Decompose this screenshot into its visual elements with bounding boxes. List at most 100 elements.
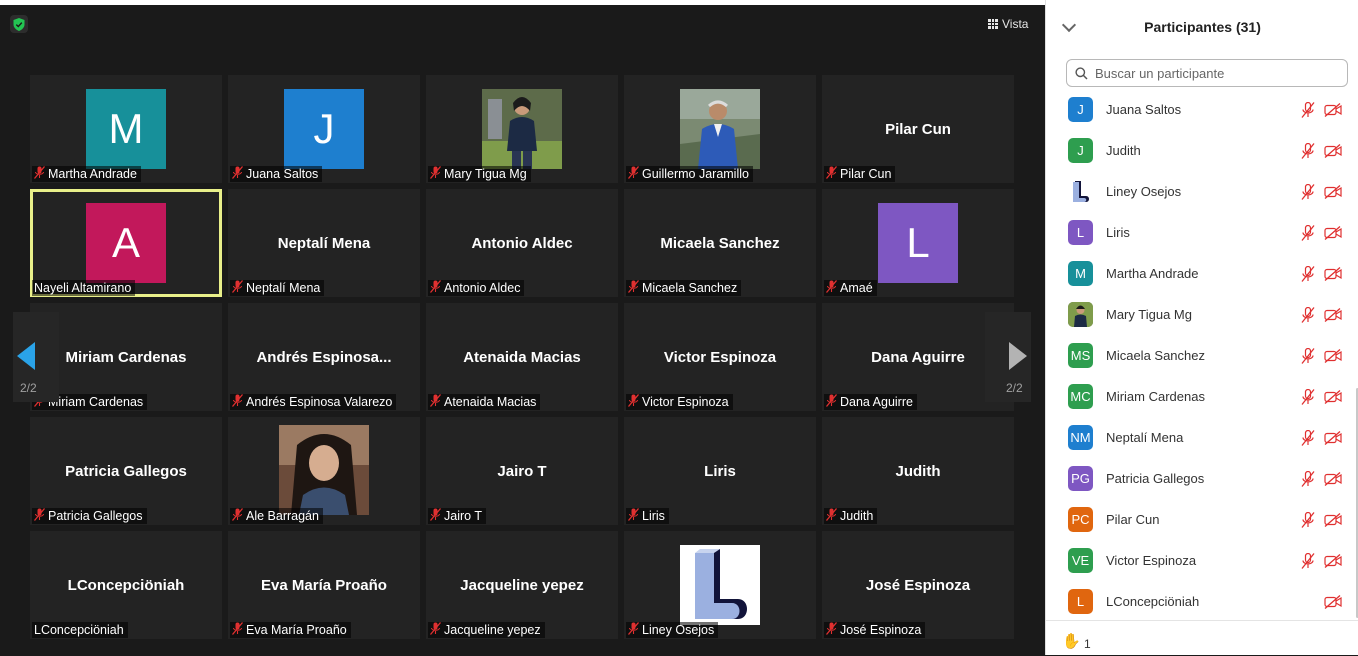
participant-list[interactable]: J Juana Saltos J Judith Liney Osejos L Liris M M… <box>1046 89 1356 621</box>
participant-row[interactable]: VE Victor Espinoza <box>1046 540 1346 581</box>
video-tile[interactable]: M Martha Andrade <box>30 75 222 183</box>
video-off-icon[interactable] <box>1324 143 1342 158</box>
mic-muted-icon[interactable] <box>1301 552 1315 569</box>
mic-muted-icon[interactable] <box>1301 347 1315 364</box>
video-tile[interactable]: Jacqueline yepez Jacqueline yepez <box>426 531 618 639</box>
search-icon <box>1075 66 1088 80</box>
name-label: Guillermo Jaramillo <box>626 165 753 182</box>
participant-name: Amaé <box>840 281 873 295</box>
video-tile[interactable]: Atenaida Macias Atenaida Macias <box>426 303 618 411</box>
participant-row[interactable]: L LConcepciöniah <box>1046 581 1346 621</box>
name-label: Nayeli Altamirano <box>32 280 136 296</box>
participant-display-name: LConcepciöniah <box>67 577 185 594</box>
video-off-icon[interactable] <box>1324 266 1342 281</box>
participant-row[interactable]: MC Miriam Cardenas <box>1046 376 1346 417</box>
avatar: M <box>1068 261 1093 286</box>
video-off-icon[interactable] <box>1324 594 1342 609</box>
avatar: J <box>1068 97 1093 122</box>
mic-muted-icon[interactable] <box>1301 511 1315 528</box>
video-tile[interactable]: José Espinoza José Espinoza <box>822 531 1014 639</box>
prev-page-arrow-icon[interactable] <box>17 342 35 370</box>
video-off-icon[interactable] <box>1324 348 1342 363</box>
participant-row[interactable]: Mary Tigua Mg <box>1046 294 1346 335</box>
mic-muted-icon[interactable] <box>1301 101 1315 118</box>
name-label: Neptalí Mena <box>230 279 325 297</box>
video-tile[interactable]: Liris Liris <box>624 417 816 525</box>
participant-name: Neptalí Mena <box>246 281 321 295</box>
participant-name: Micaela Sanchez <box>1106 348 1205 363</box>
mic-muted-icon <box>826 279 837 297</box>
participant-row[interactable]: J Judith <box>1046 130 1346 171</box>
name-label: Eva María Proaño <box>230 621 351 638</box>
video-off-icon[interactable] <box>1324 102 1342 117</box>
video-tile[interactable]: LConcepciöniah LConcepciöniah <box>30 531 222 639</box>
video-off-icon[interactable] <box>1324 389 1342 404</box>
mic-muted-icon[interactable] <box>1301 388 1315 405</box>
raised-hand-count: 1 <box>1084 637 1091 651</box>
mic-muted-icon[interactable] <box>1301 224 1315 241</box>
participant-row[interactable]: PG Patricia Gallegos <box>1046 458 1346 499</box>
participant-search[interactable] <box>1066 59 1348 87</box>
participant-name: Victor Espinoza <box>642 395 729 409</box>
mic-muted-icon[interactable] <box>1301 470 1315 487</box>
mic-muted-icon[interactable] <box>1301 142 1315 159</box>
video-tile[interactable]: Guillermo Jaramillo <box>624 75 816 183</box>
video-tile[interactable]: A Nayeli Altamirano <box>30 189 222 297</box>
mic-muted-icon[interactable] <box>1301 183 1315 200</box>
video-tile[interactable]: Andrés Espinosa... Andrés Espinosa Valare… <box>228 303 420 411</box>
video-tile[interactable]: Victor Espinoza Victor Espinoza <box>624 303 816 411</box>
video-tile[interactable]: Antonio Aldec Antonio Aldec <box>426 189 618 297</box>
search-input[interactable] <box>1093 64 1337 82</box>
mic-muted-icon[interactable] <box>1301 306 1315 323</box>
participant-row[interactable]: Liney Osejos <box>1046 171 1346 212</box>
participant-name: Martha Andrade <box>1106 266 1199 281</box>
woman-photo <box>482 89 562 169</box>
participant-row[interactable]: L Liris <box>1046 212 1346 253</box>
mic-muted-icon <box>826 393 837 411</box>
avatar: PC <box>1068 507 1093 532</box>
participant-row[interactable]: PC Pilar Cun <box>1046 499 1346 540</box>
participant-row[interactable]: NM Neptalí Mena <box>1046 417 1346 458</box>
next-page-arrow-icon[interactable] <box>1009 342 1027 370</box>
video-tile[interactable]: L Amaé <box>822 189 1014 297</box>
video-off-icon[interactable] <box>1324 307 1342 322</box>
mic-muted-icon <box>430 507 441 525</box>
video-tile[interactable]: Patricia Gallegos Patricia Gallegos <box>30 417 222 525</box>
video-off-icon[interactable] <box>1324 225 1342 240</box>
participant-name: LConcepciöniah <box>34 623 124 637</box>
video-off-icon[interactable] <box>1324 184 1342 199</box>
mic-muted-icon <box>232 393 243 411</box>
participant-row[interactable]: J Juana Saltos <box>1046 89 1346 130</box>
video-tile[interactable]: Judith Judith <box>822 417 1014 525</box>
video-tile[interactable]: Liney Osejos <box>624 531 816 639</box>
mic-muted-icon <box>628 279 639 297</box>
view-label: Vista <box>1002 17 1029 31</box>
avatar <box>1068 179 1093 204</box>
view-button[interactable]: Vista <box>988 17 1028 31</box>
video-off-icon[interactable] <box>1324 471 1342 486</box>
video-tile[interactable]: J Juana Saltos <box>228 75 420 183</box>
mic-muted-icon[interactable] <box>1301 429 1315 446</box>
mic-muted-icon[interactable] <box>1301 265 1315 282</box>
video-tile[interactable]: Eva María Proaño Eva María Proaño <box>228 531 420 639</box>
video-tile[interactable]: Ale Barragán <box>228 417 420 525</box>
mic-muted-icon <box>232 279 243 297</box>
security-shield-icon[interactable] <box>10 15 28 33</box>
video-tile[interactable]: Pilar Cun Pilar Cun <box>822 75 1014 183</box>
video-off-icon[interactable] <box>1324 430 1342 445</box>
video-tile[interactable]: Neptalí Mena Neptalí Mena <box>228 189 420 297</box>
participant-row[interactable]: M Martha Andrade <box>1046 253 1346 294</box>
video-tile[interactable]: Micaela Sanchez Micaela Sanchez <box>624 189 816 297</box>
raised-hand-icon[interactable]: ✋ <box>1062 632 1081 650</box>
video-off-icon[interactable] <box>1324 512 1342 527</box>
video-off-icon[interactable] <box>1324 553 1342 568</box>
video-tile[interactable]: Jairo T Jairo T <box>426 417 618 525</box>
participant-name: Mary Tigua Mg <box>444 167 527 181</box>
video-tile[interactable]: Mary Tigua Mg <box>426 75 618 183</box>
participant-row[interactable]: MS Micaela Sanchez <box>1046 335 1346 376</box>
participant-name: Micaela Sanchez <box>642 281 738 295</box>
name-label: José Espinoza <box>824 621 926 638</box>
participant-name: Patricia Gallegos <box>48 509 143 523</box>
participants-panel: Participantes (31) J Juana Saltos J Judith L… <box>1045 0 1358 655</box>
avatar: J <box>284 89 364 169</box>
